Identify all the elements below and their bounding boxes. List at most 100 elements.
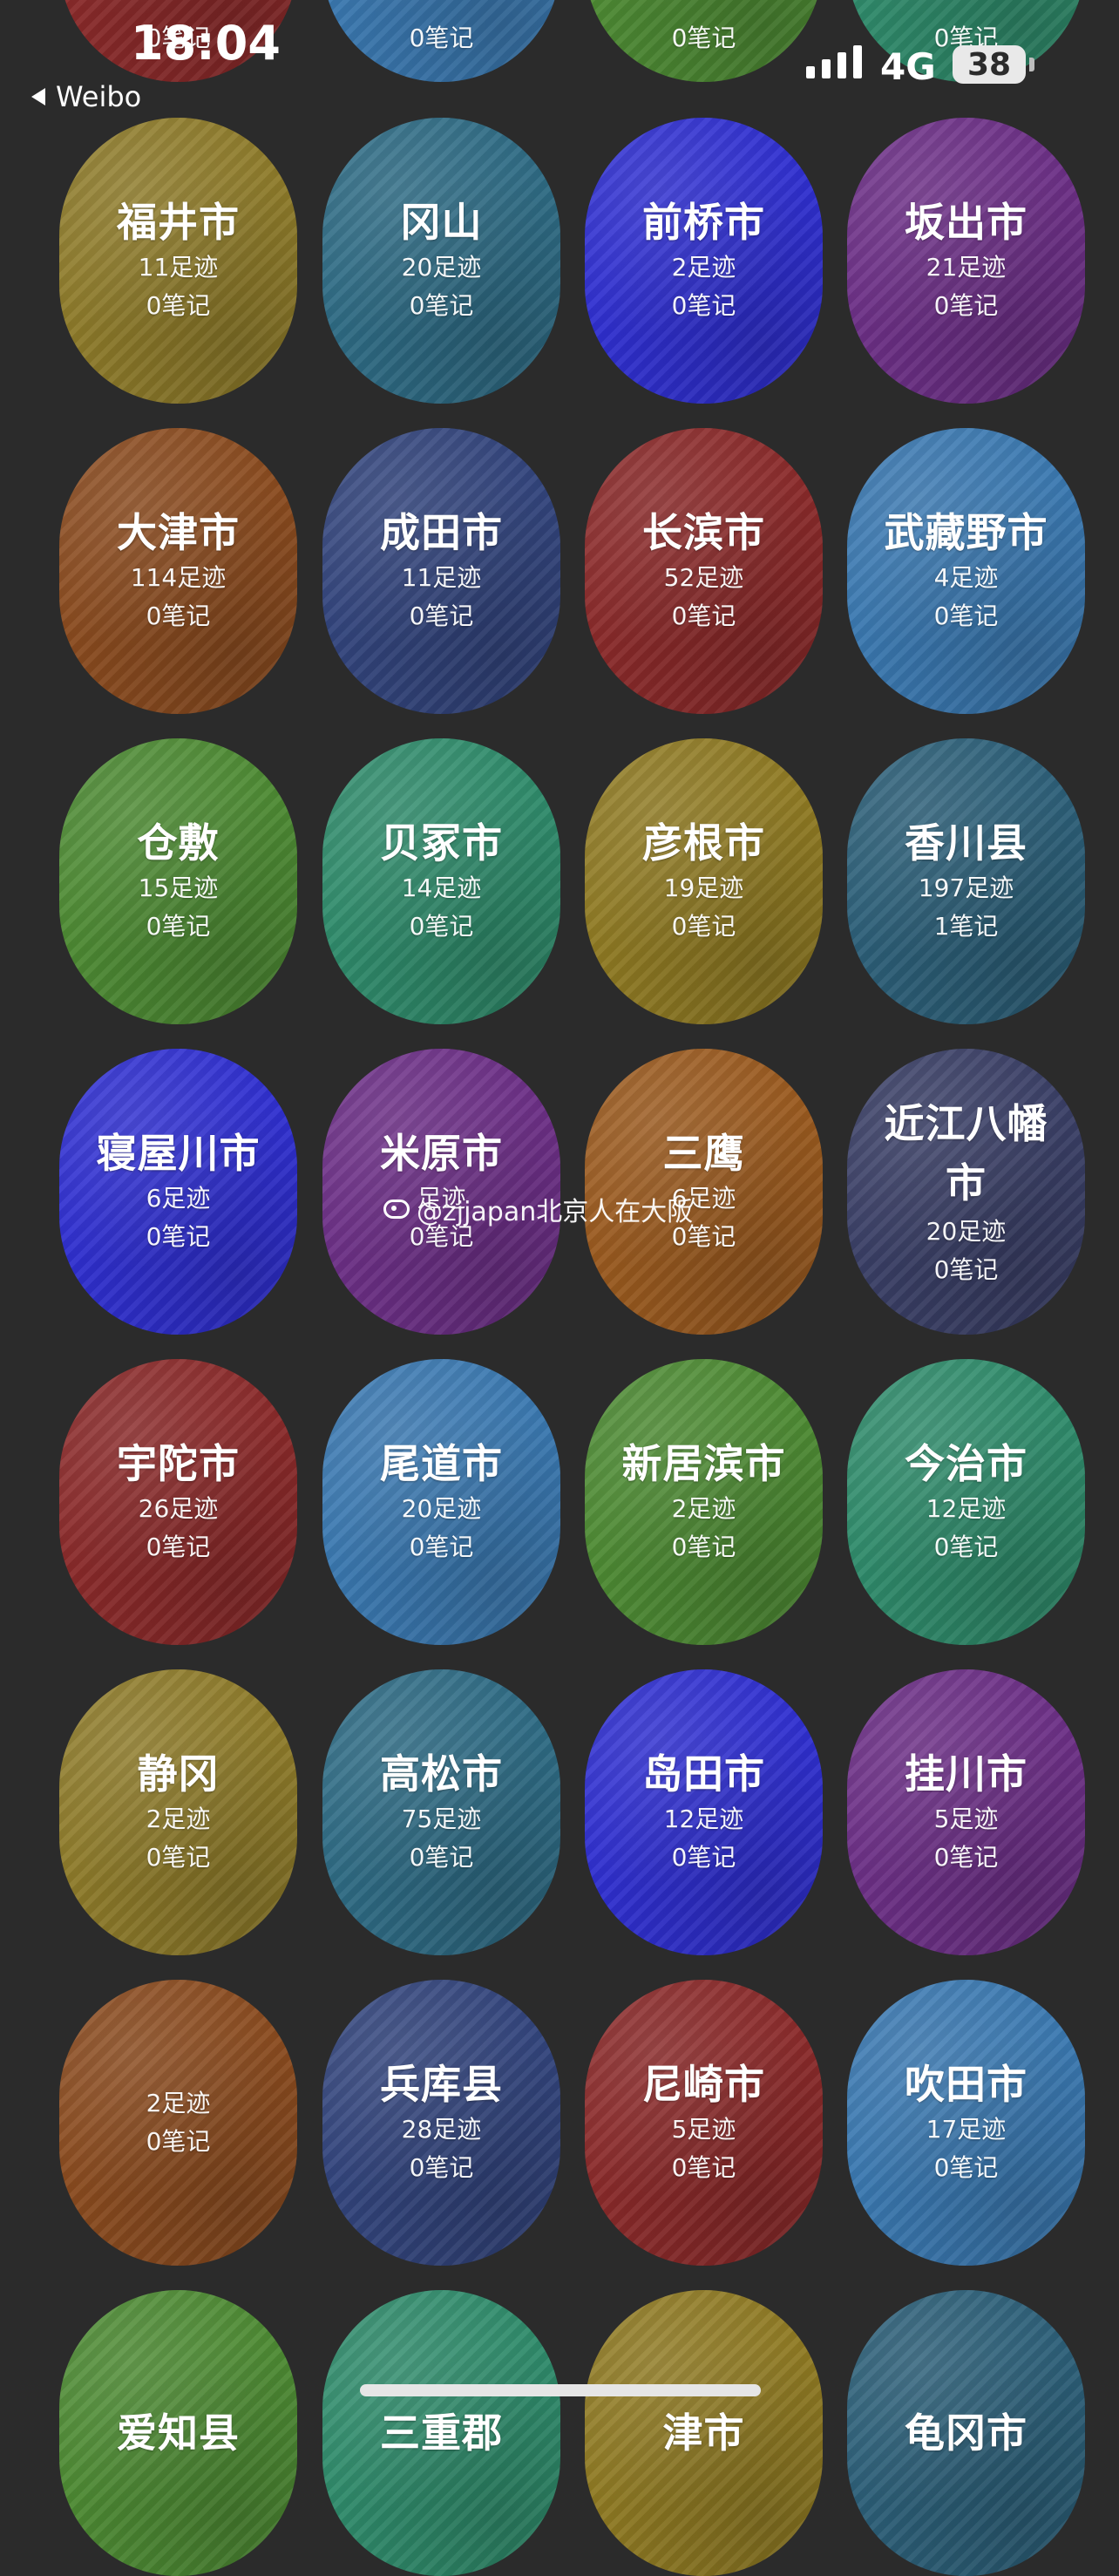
city-card[interactable]: 武藏野市 4足迹 0笔记: [847, 428, 1085, 714]
city-card-content: 2足迹 0笔记: [146, 2084, 211, 2161]
city-card[interactable]: 0笔记: [585, 0, 823, 82]
city-footprints: 26足迹: [138, 1494, 219, 1523]
city-name: 兵库县: [380, 2061, 503, 2108]
city-name: 米原市: [380, 1130, 503, 1177]
city-notes: 1笔记: [933, 912, 999, 941]
city-card-content: 福井市 11足迹 0笔记: [105, 196, 252, 325]
city-card[interactable]: 寝屋川市 6足迹 0笔记: [59, 1049, 297, 1335]
city-card[interactable]: 爱知县: [59, 2290, 297, 2576]
city-footprints: 2足迹: [671, 253, 736, 282]
city-card[interactable]: 尼崎市 5足迹 0笔记: [585, 1980, 823, 2266]
city-notes: 0笔记: [409, 1843, 474, 1872]
city-card[interactable]: 长滨市 52足迹 0笔记: [585, 428, 823, 714]
city-footprints: 19足迹: [663, 873, 744, 902]
city-name: 彦根市: [642, 819, 765, 867]
city-notes: 0笔记: [933, 1533, 999, 1561]
city-card-content: 彦根市 19足迹 0笔记: [630, 817, 777, 946]
city-footprints: 4足迹: [933, 563, 999, 592]
city-notes: 0笔记: [671, 1533, 736, 1561]
city-card[interactable]: 贝冢市 14足迹 0笔记: [322, 738, 560, 1024]
city-card-content: 长滨市 52足迹 0笔记: [630, 506, 777, 636]
city-name: 津市: [662, 2409, 745, 2457]
city-footprints: 2足迹: [146, 2089, 211, 2117]
city-card[interactable]: 三重郡: [322, 2290, 560, 2576]
city-card-content: 三重郡: [368, 2407, 515, 2459]
city-card[interactable]: 仓敷 15足迹 0笔记: [59, 738, 297, 1024]
city-notes: 0笔记: [146, 912, 211, 941]
city-card[interactable]: 新居滨市 2足迹 0笔记: [585, 1359, 823, 1645]
city-notes: 0笔记: [933, 1255, 999, 1284]
city-notes: 0笔记: [933, 1843, 999, 1872]
city-card-content: 冈山 20足迹 0笔记: [389, 196, 495, 325]
city-name: 静冈: [137, 1750, 220, 1798]
city-card[interactable]: 龟冈市: [847, 2290, 1085, 2576]
city-card[interactable]: 福井市 11足迹 0笔记: [59, 118, 297, 404]
city-card-content: 爱知县: [105, 2407, 252, 2459]
city-footprints: 12足迹: [663, 1805, 744, 1833]
city-footprints: 11足迹: [401, 563, 482, 592]
city-card[interactable]: 岛田市 12足迹 0笔记: [585, 1669, 823, 1955]
city-notes: 0笔记: [671, 602, 736, 630]
city-card[interactable]: 吹田市 17足迹 0笔记: [847, 1980, 1085, 2266]
city-card[interactable]: 彦根市 19足迹 0笔记: [585, 738, 823, 1024]
city-notes: 0笔记: [671, 24, 736, 52]
city-card[interactable]: 高松市 75足迹 0笔记: [322, 1669, 560, 1955]
city-card[interactable]: 尾道市 20足迹 0笔记: [322, 1359, 560, 1645]
city-name: 龟冈市: [905, 2409, 1027, 2457]
city-notes: 0笔记: [146, 291, 211, 320]
city-card[interactable]: 冈山 20足迹 0笔记: [322, 118, 560, 404]
city-name: 坂出市: [905, 199, 1027, 246]
city-card[interactable]: 大津市 114足迹 0笔记: [59, 428, 297, 714]
home-indicator[interactable]: [360, 2384, 761, 2396]
city-footprints: 52足迹: [663, 563, 744, 592]
city-name: 新居滨市: [621, 1440, 786, 1487]
city-card-content: 成田市 11足迹 0笔记: [368, 506, 515, 636]
city-notes: 0笔记: [671, 291, 736, 320]
city-footprints: 11足迹: [138, 253, 219, 282]
city-card[interactable]: 0笔记: [59, 0, 297, 82]
city-card[interactable]: 0笔记: [322, 0, 560, 82]
city-card-content: 前桥市 2足迹 0笔记: [630, 196, 777, 325]
city-card[interactable]: 香川县 197足迹 1笔记: [847, 738, 1085, 1024]
city-card-content: 0笔记: [59, 19, 297, 58]
city-name: 成田市: [380, 509, 503, 556]
city-card[interactable]: 静冈 2足迹 0笔记: [59, 1669, 297, 1955]
city-card[interactable]: 津市: [585, 2290, 823, 2576]
city-card-content: 贝冢市 14足迹 0笔记: [368, 817, 515, 946]
city-footprints: 20足迹: [401, 253, 482, 282]
city-notes: 0笔记: [409, 1533, 474, 1561]
city-notes: 0笔记: [409, 291, 474, 320]
city-footprints: 2足迹: [146, 1805, 211, 1833]
city-card[interactable]: 近江八幡市 20足迹 0笔记: [847, 1049, 1085, 1335]
city-notes: 0笔记: [146, 24, 211, 52]
city-card[interactable]: 前桥市 2足迹 0笔记: [585, 118, 823, 404]
city-card-content: 0笔记: [322, 19, 560, 58]
city-card[interactable]: 0笔记: [847, 0, 1085, 82]
city-name: 长滨市: [642, 509, 765, 556]
city-card-content: 今治市 12足迹 0笔记: [892, 1438, 1040, 1567]
city-card[interactable]: 成田市 11足迹 0笔记: [322, 428, 560, 714]
city-notes: 0笔记: [146, 2127, 211, 2156]
city-card-content: 宇陀市 26足迹 0笔记: [105, 1438, 252, 1567]
weibo-watermark: @zjjapan北京人在大阪: [383, 1190, 693, 1228]
city-card[interactable]: 挂川市 5足迹 0笔记: [847, 1669, 1085, 1955]
city-name: 岛田市: [642, 1750, 765, 1798]
city-card[interactable]: 坂出市 21足迹 0笔记: [847, 118, 1085, 404]
city-card-content: 龟冈市: [892, 2407, 1040, 2459]
city-card[interactable]: 2足迹 0笔记: [59, 1980, 297, 2266]
city-name: 吹田市: [905, 2061, 1027, 2108]
city-footprints: 5足迹: [671, 2115, 736, 2144]
city-footprints: 2足迹: [671, 1494, 736, 1523]
city-footprints: 114足迹: [130, 563, 227, 592]
city-name: 仓敷: [137, 819, 220, 867]
city-name: 今治市: [905, 1440, 1027, 1487]
city-footprints: 20足迹: [401, 1494, 482, 1523]
city-card-content: 兵库县 28足迹 0笔记: [368, 2058, 515, 2187]
city-card[interactable]: 今治市 12足迹 0笔记: [847, 1359, 1085, 1645]
city-card-content: 0笔记: [585, 19, 823, 58]
city-card[interactable]: 宇陀市 26足迹 0笔记: [59, 1359, 297, 1645]
city-name: 近江八幡市: [884, 1100, 1048, 1206]
city-notes: 0笔记: [146, 1222, 211, 1251]
city-card[interactable]: 兵库县 28足迹 0笔记: [322, 1980, 560, 2266]
city-card-content: 坂出市 21足迹 0笔记: [892, 196, 1040, 325]
